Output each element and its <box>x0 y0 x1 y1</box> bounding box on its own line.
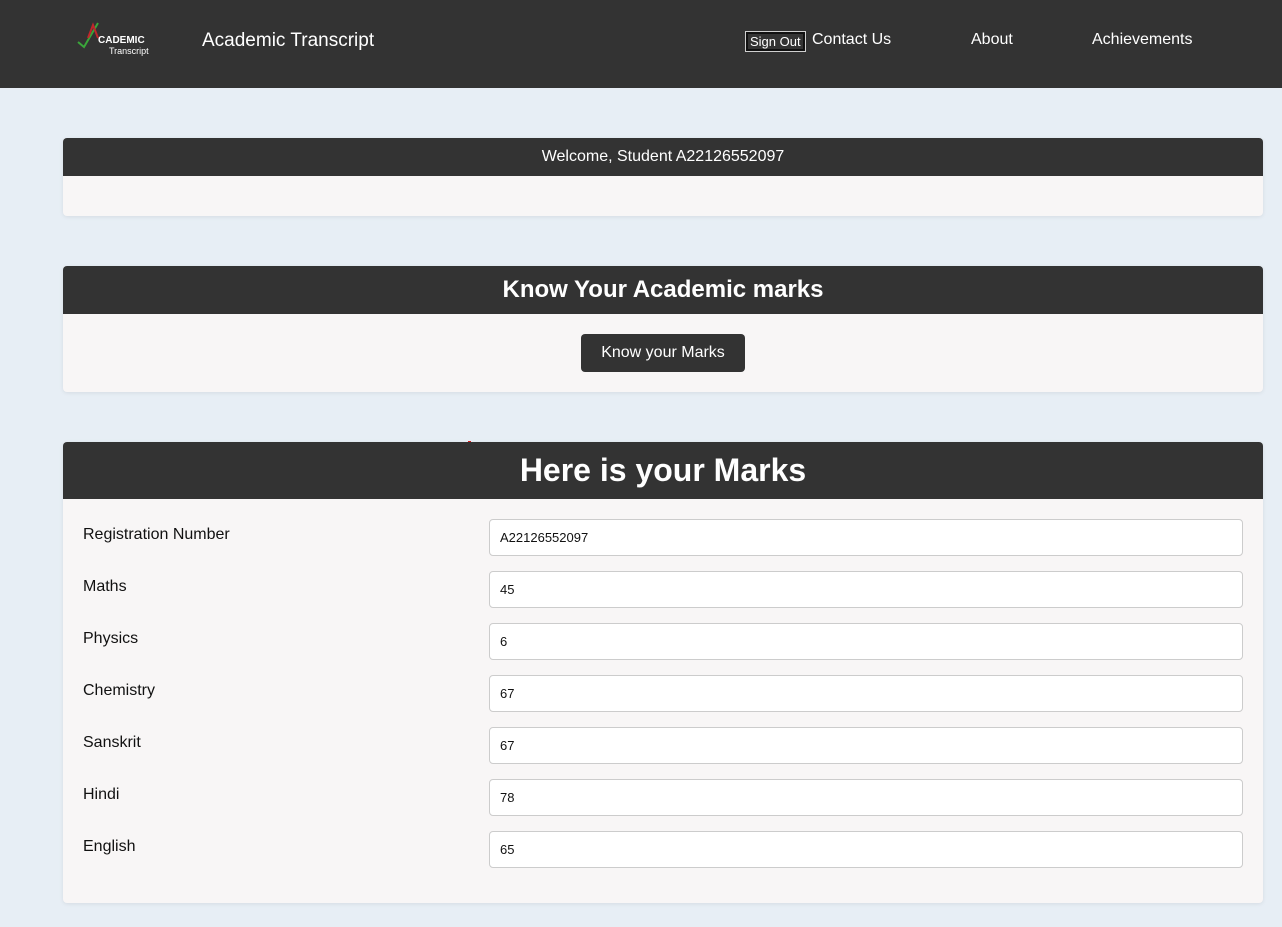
field-label: Hindi <box>83 786 120 803</box>
chemistry-input[interactable] <box>489 675 1243 712</box>
sign-out-button[interactable]: Sign Out <box>745 31 806 52</box>
know-marks-card: Know Your Academic marks Know your Marks <box>63 266 1263 392</box>
know-marks-heading: Know Your Academic marks <box>63 266 1263 314</box>
logo-text-main: CADEMIC <box>98 35 145 46</box>
logo-check-mark <box>77 22 99 49</box>
field-label: Physics <box>83 630 139 647</box>
field-hindi: Hindi <box>63 779 1263 816</box>
maths-input[interactable] <box>489 571 1243 608</box>
field-physics: Physics <box>63 623 1263 660</box>
field-label: Maths <box>83 578 127 595</box>
registration-number-input[interactable] <box>489 519 1243 556</box>
nav-link-achievements[interactable]: Achievements <box>1092 31 1193 49</box>
know-your-marks-button[interactable]: Know your Marks <box>581 334 745 372</box>
field-maths: Maths <box>63 571 1263 608</box>
hindi-input[interactable] <box>489 779 1243 816</box>
site-title: Academic Transcript <box>202 30 375 51</box>
field-label: Sanskrit <box>83 734 141 751</box>
welcome-card: Welcome, Student A22126552097 <box>63 138 1263 216</box>
field-label: English <box>83 838 136 855</box>
nav-link-about[interactable]: About <box>971 31 1013 49</box>
field-registration-number: Registration Number <box>63 519 1263 556</box>
field-label: Registration Number <box>83 526 230 543</box>
physics-input[interactable] <box>489 623 1243 660</box>
marks-heading: Here is your Marks <box>63 442 1263 499</box>
top-navbar: CADEMIC Transcript Academic Transcript S… <box>0 0 1282 88</box>
field-english: English <box>63 831 1263 868</box>
field-sanskrit: Sanskrit <box>63 727 1263 764</box>
field-label: Chemistry <box>83 682 156 699</box>
welcome-message: Welcome, Student A22126552097 <box>63 138 1263 176</box>
field-chemistry: Chemistry <box>63 675 1263 712</box>
site-logo[interactable]: CADEMIC Transcript <box>76 18 160 60</box>
english-input[interactable] <box>489 831 1243 868</box>
logo-text-sub: Transcript <box>109 46 149 56</box>
sanskrit-input[interactable] <box>489 727 1243 764</box>
marks-card: Here is your Marks Registration Number M… <box>63 442 1263 903</box>
nav-link-contact-us[interactable]: Contact Us <box>812 31 891 49</box>
